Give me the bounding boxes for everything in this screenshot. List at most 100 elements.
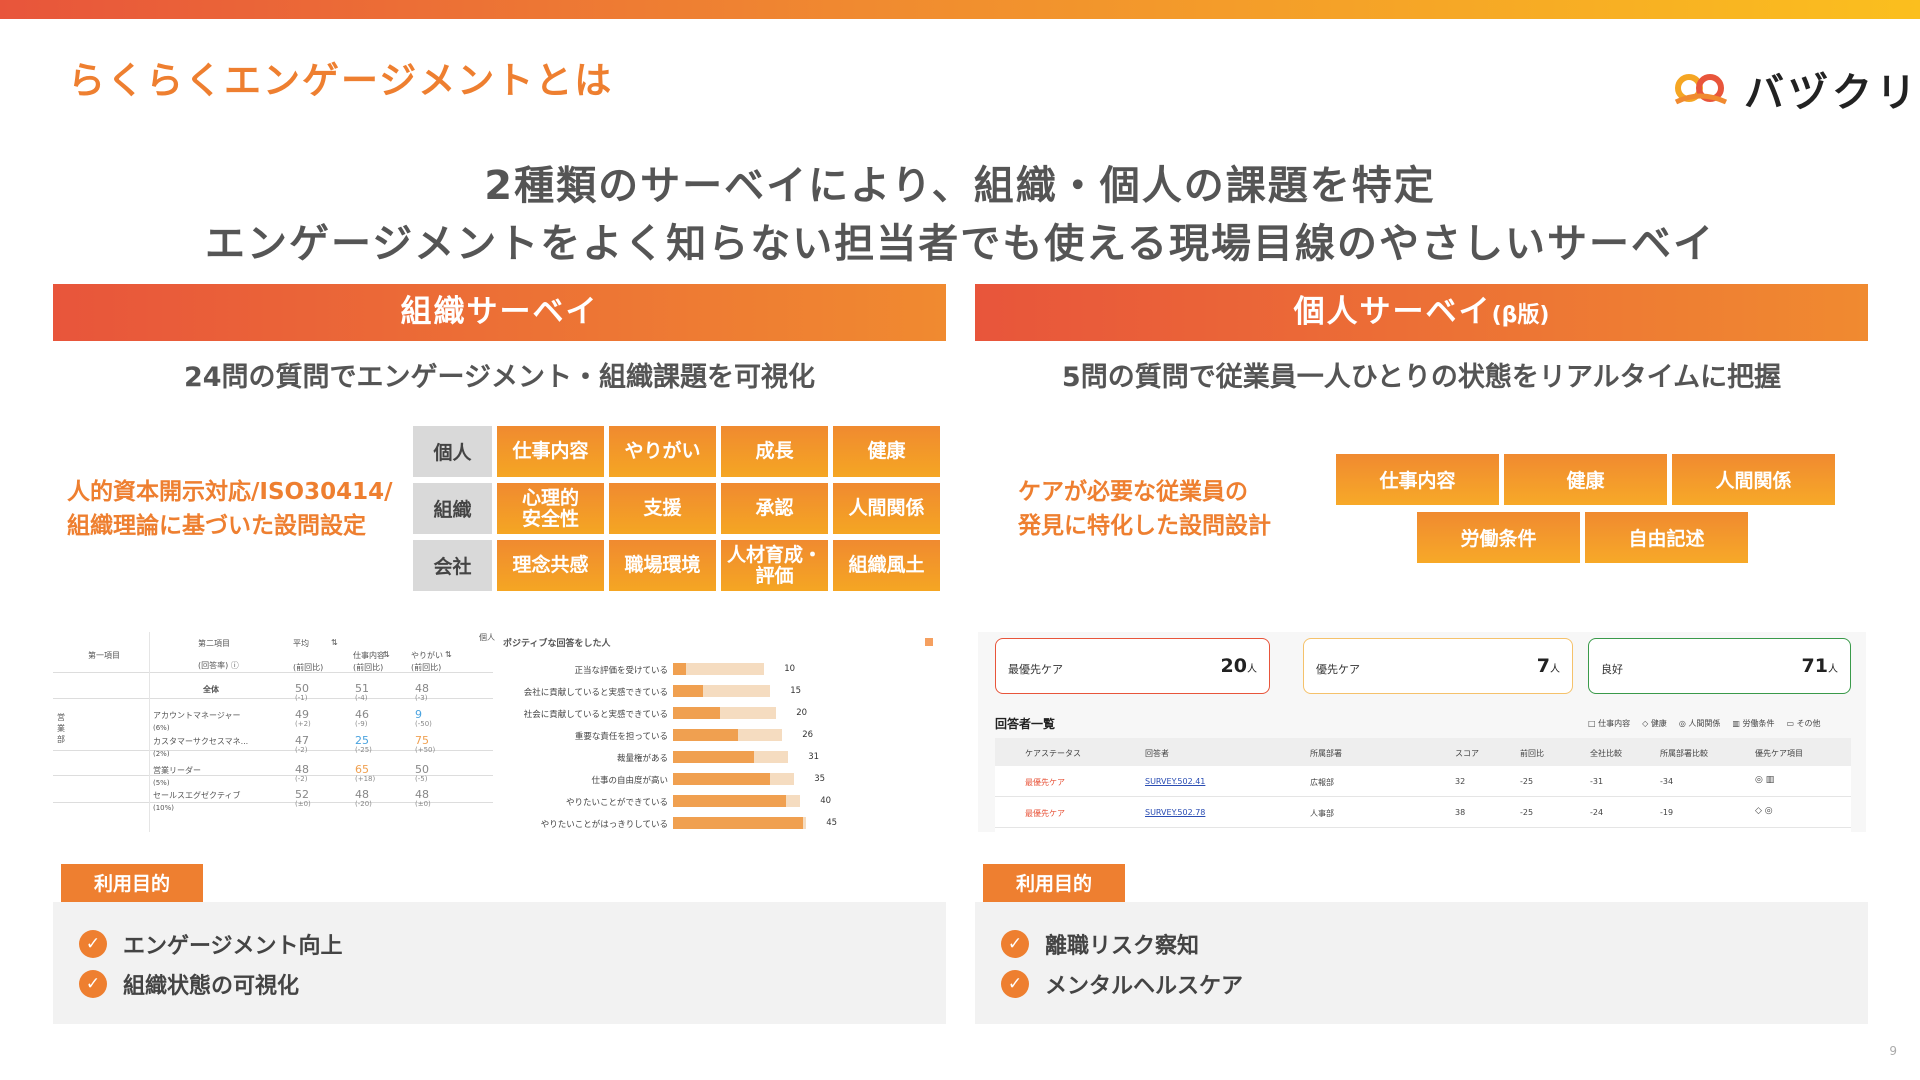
cell-work-diff: (-9) xyxy=(355,720,368,728)
logo-text: バヅクリ xyxy=(1744,70,1920,116)
org-survey-header: 組織サーベイ xyxy=(53,284,946,341)
cell-avg-diff: (-2) xyxy=(295,775,308,783)
care-card-name: 優先ケア xyxy=(1316,663,1360,676)
table-divider xyxy=(149,632,150,832)
column-header[interactable]: 所属部署比較 xyxy=(1660,748,1708,759)
org-note-line2: 組織理論に基づいた設問設定 xyxy=(67,513,366,539)
cell-status: 最優先ケア xyxy=(1025,778,1065,787)
filter-1[interactable]: □ 仕事内容 xyxy=(1588,718,1630,729)
bar-value: 31 xyxy=(808,752,820,762)
table-header-first: 第一項目 xyxy=(88,651,120,660)
personal-tag: 労働条件 xyxy=(1417,512,1580,563)
filter-icon: ▥ xyxy=(1732,719,1743,728)
respondent-list-title: 回答者一覧 xyxy=(995,717,1056,731)
cell-work-diff: (-20) xyxy=(355,800,372,808)
bar xyxy=(673,663,687,675)
care-card-count: 7人 xyxy=(1536,655,1560,677)
filter-4[interactable]: ▥ 労働条件 xyxy=(1732,718,1774,729)
bar xyxy=(673,729,738,741)
table-header-avg: 平均 xyxy=(293,639,309,648)
row-rate: (2%) xyxy=(153,750,170,758)
question-tag: 成長 xyxy=(721,426,828,477)
sort-icon[interactable]: ⇅ xyxy=(383,650,390,659)
personal-purpose-item: ✓ 離職リスク察知 xyxy=(1001,928,1199,960)
care-card-top[interactable]: 最優先ケア 20人 xyxy=(995,638,1270,694)
bar xyxy=(673,751,755,763)
cell-status: 最優先ケア xyxy=(1025,809,1065,818)
logo-mark-icon xyxy=(1674,74,1728,105)
column-header[interactable]: 全社比較 xyxy=(1590,748,1622,759)
personal-survey-subtitle: 5問の質問で従業員一人ひとりの状態をリアルタイムに把握 xyxy=(1061,362,1782,393)
filter-5[interactable]: ▭ その他 xyxy=(1786,718,1820,729)
question-tag: 人間関係 xyxy=(833,483,940,534)
check-icon: ✓ xyxy=(1001,970,1029,998)
bar xyxy=(673,773,770,785)
personal-purpose-label: メンタルヘルスケア xyxy=(1045,974,1244,999)
cell-dept: 広報部 xyxy=(1310,778,1334,787)
cell-avg-diff: (-2) xyxy=(295,746,308,754)
table-header-row: ケアステータス 回答者 所属部署 スコア 前回比 全社比較 所属部署比較 優先ケア項目 xyxy=(995,738,1851,766)
cell-dept: 人事部 xyxy=(1310,809,1334,818)
bar-label: 重要な責任を担っている xyxy=(574,732,668,742)
row-second-item: 全体 xyxy=(203,685,219,694)
cell-company: -31 xyxy=(1590,777,1604,786)
cell-yarigai-diff: (-5) xyxy=(415,775,428,783)
bar-label: やりたいことがはっきりしている xyxy=(540,820,668,830)
filter-2[interactable]: ◇ 健康 xyxy=(1642,718,1667,729)
bar-value: 26 xyxy=(802,730,814,740)
page-title: らくらくエンゲージメントとは xyxy=(68,59,614,102)
bar-row: やりたいことがはっきりしている 45 xyxy=(503,817,953,831)
cell-score: 38 xyxy=(1455,808,1466,817)
row-rate: (6%) xyxy=(153,724,170,732)
cell-score: 32 xyxy=(1455,777,1466,786)
category-label: 個人 xyxy=(413,426,492,477)
bar xyxy=(673,685,703,697)
org-survey-subtitle: 24問の質問でエンゲージメント・組織課題を可視化 xyxy=(183,362,816,393)
column-header[interactable]: スコア xyxy=(1455,748,1479,759)
question-tag: 組織風土 xyxy=(833,540,940,591)
table-header-yarigai: やりがい xyxy=(411,651,443,660)
table-row[interactable]: 最優先ケア SURVEY.502.78 人事部 38 -25 -24 -19 ◇ ◎ xyxy=(995,797,1851,828)
care-item-icons: ◎ ▥ xyxy=(1755,775,1775,785)
personal-purpose-label: 離職リスク察知 xyxy=(1045,934,1200,959)
bar-label: 仕事の自由度が高い xyxy=(591,776,668,786)
org-note: 人的資本開示対応/ISO30414/ 組織理論に基づいた設問設定 xyxy=(67,475,393,543)
category-label: 会社 xyxy=(413,540,492,591)
filter-3[interactable]: ◎ 人間関係 xyxy=(1679,718,1721,729)
bar xyxy=(673,707,720,719)
respondent-link[interactable]: SURVEY.502.41 xyxy=(1145,777,1205,786)
cell-yarigai-diff: (-3) xyxy=(415,694,428,702)
respondent-table: ケアステータス 回答者 所属部署 スコア 前回比 全社比較 所属部署比較 優先ケア項目最優先ケ… xyxy=(995,738,1851,832)
personal-purpose-box: ✓ 離職リスク察知 ✓ メンタルヘルスケア xyxy=(975,902,1868,1024)
column-header[interactable]: 前回比 xyxy=(1520,748,1544,759)
bar-row: 仕事の自由度が高い 35 xyxy=(503,773,953,787)
respondent-link[interactable]: SURVEY.502.78 xyxy=(1145,808,1205,817)
cell-company: -24 xyxy=(1590,808,1604,817)
column-header[interactable]: 優先ケア項目 xyxy=(1755,748,1803,759)
column-header[interactable]: 所属部署 xyxy=(1310,748,1342,759)
bar-row: 裁量権がある 31 xyxy=(503,751,953,765)
bar-value: 40 xyxy=(820,796,832,806)
table-header-extra: 個人 xyxy=(479,633,495,642)
page-number: 9 xyxy=(1889,1044,1897,1058)
column-header[interactable]: ケアステータス xyxy=(1025,748,1081,759)
sort-icon[interactable]: ⇅ xyxy=(445,650,452,659)
bar xyxy=(673,795,787,807)
care-card-name: 良好 xyxy=(1601,663,1623,676)
sort-icon[interactable]: ⇅ xyxy=(331,638,338,647)
table-divider xyxy=(53,672,493,673)
org-survey-title: 組織サーベイ xyxy=(400,294,599,330)
bar-label: 会社に貢献していると実感できている xyxy=(523,688,668,698)
table-row[interactable]: 最優先ケア SURVEY.502.41 広報部 32 -25 -31 -34 ◎ ▥ xyxy=(995,766,1851,797)
question-tag: 心理的 安全性 xyxy=(497,483,604,534)
row-first-item: 営業部 xyxy=(57,713,65,744)
column-header[interactable]: 回答者 xyxy=(1145,748,1169,759)
cell-avg-diff: (+2) xyxy=(295,720,311,728)
headline-line1: 2種類のサーベイにより、組織・個人の課題を特定 xyxy=(484,163,1436,209)
care-card-good[interactable]: 良好 71人 xyxy=(1588,638,1851,694)
bar-track xyxy=(673,663,765,675)
org-results-screenshot: 第一項目 第二項目 (回答率) ⓘ 平均 仕事内容 やりがい 個人 (前回比) (前回比) (前回… xyxy=(53,632,953,832)
bar-row: 正当な評価を受けている 10 xyxy=(503,663,953,677)
care-card-priority[interactable]: 優先ケア 7人 xyxy=(1303,638,1573,694)
filter-icon: ▭ xyxy=(1786,719,1797,728)
